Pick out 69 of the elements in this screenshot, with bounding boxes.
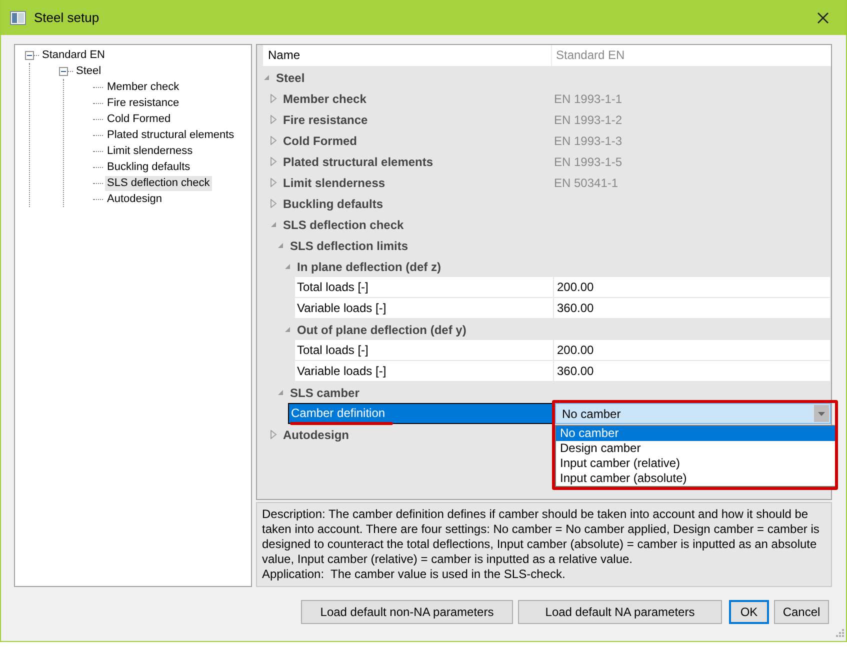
group-label[interactable]: SLS deflection limits bbox=[290, 238, 408, 252]
collapse-icon[interactable] bbox=[25, 50, 34, 60]
group-label[interactable]: Out of plane deflection (def y) bbox=[297, 322, 466, 336]
close-icon[interactable] bbox=[817, 12, 829, 24]
tree-item[interactable]: Fire resistance bbox=[105, 96, 182, 110]
group-label[interactable]: SLS deflection check bbox=[283, 218, 404, 232]
group-label[interactable]: Fire resistance bbox=[283, 112, 368, 126]
column-header: Name bbox=[263, 45, 552, 66]
expanded-arrow-icon[interactable] bbox=[277, 388, 284, 397]
expanded-arrow-icon[interactable] bbox=[284, 262, 291, 271]
collapsed-arrow-icon[interactable] bbox=[270, 157, 277, 166]
column-header: Standard EN bbox=[555, 47, 625, 64]
dropdown-option[interactable]: Input camber (relative) bbox=[556, 456, 836, 471]
group-label[interactable]: In plane deflection (def z) bbox=[297, 260, 442, 274]
property-name[interactable]: Total loads [-] bbox=[295, 340, 554, 361]
collapsed-arrow-icon[interactable] bbox=[270, 115, 277, 124]
description-text: Description: The camber definition defines if camber should be taken into account and how it should be taken into account. There are four settings: No camber = No camber applied, Design camber = camber is designed to counteract the total deflections, Input camber (absolute) = camber is inputted as an absolute value, Input camber (relative) = camber is inputted as a relative value. bbox=[262, 507, 820, 567]
group-label[interactable]: Steel bbox=[276, 70, 305, 84]
tree-item[interactable]: Steel bbox=[74, 64, 104, 78]
value-field[interactable]: 360.00 bbox=[554, 361, 830, 382]
dropdown-option[interactable]: Input camber (absolute) bbox=[556, 471, 836, 486]
value-field[interactable]: 360.00 bbox=[554, 298, 830, 319]
collapsed-arrow-icon[interactable] bbox=[270, 136, 277, 145]
property-name[interactable]: Variable loads [-] bbox=[295, 361, 554, 382]
group-label[interactable]: SLS camber bbox=[290, 386, 360, 400]
description-text: Application: The camber value is used in the SLS-check. bbox=[262, 567, 566, 582]
group-value: EN 50341-1 bbox=[554, 176, 618, 190]
dialog-button[interactable]: Load default non-NA parameters bbox=[301, 600, 513, 624]
collapse-icon[interactable] bbox=[59, 66, 68, 76]
value-field[interactable]: 200.00 bbox=[554, 277, 830, 298]
group-value: EN 1993-1-1 bbox=[554, 92, 622, 106]
tree-item[interactable]: Cold Formed bbox=[105, 112, 173, 126]
expanded-arrow-icon[interactable] bbox=[270, 220, 277, 229]
collapsed-arrow-icon[interactable] bbox=[270, 178, 277, 187]
property-name[interactable]: Variable loads [-] bbox=[295, 298, 554, 319]
tree-item[interactable]: Autodesign bbox=[105, 192, 164, 206]
expanded-arrow-icon[interactable] bbox=[277, 241, 284, 250]
group-label[interactable]: Plated structural elements bbox=[283, 154, 434, 168]
resize-grip-icon[interactable] bbox=[836, 629, 844, 637]
dialog-button[interactable]: Load default NA parameters bbox=[518, 600, 722, 624]
tree-item[interactable]: Plated structural elements bbox=[105, 128, 236, 142]
group-label[interactable]: Cold Formed bbox=[283, 134, 357, 148]
value-field[interactable]: 200.00 bbox=[554, 340, 830, 361]
dropdown[interactable]: No camber bbox=[555, 403, 831, 424]
group-value: EN 1993-1-2 bbox=[554, 112, 622, 126]
tree-item[interactable]: Member check bbox=[105, 80, 182, 94]
dialog-button[interactable]: OK bbox=[729, 600, 769, 624]
dropdown-option[interactable]: No camber bbox=[556, 426, 836, 441]
window-title: Steel setup bbox=[34, 10, 100, 25]
collapsed-arrow-icon[interactable] bbox=[270, 94, 277, 103]
group-label[interactable]: Member check bbox=[283, 92, 366, 106]
property-name[interactable]: Camber definition bbox=[288, 403, 555, 424]
group-label[interactable]: Limit slenderness bbox=[283, 176, 386, 190]
tree-item[interactable]: Buckling defaults bbox=[105, 160, 192, 174]
tree-item[interactable]: Limit slenderness bbox=[105, 144, 195, 158]
property-name[interactable]: Total loads [-] bbox=[295, 277, 554, 298]
tree-item[interactable]: SLS deflection check bbox=[105, 176, 212, 190]
group-label[interactable]: Buckling defaults bbox=[283, 196, 384, 210]
group-value: EN 1993-1-5 bbox=[554, 154, 622, 168]
collapsed-arrow-icon[interactable] bbox=[270, 430, 277, 439]
dropdown-option[interactable]: Design camber bbox=[556, 441, 836, 456]
tree-item[interactable]: Standard EN bbox=[40, 48, 107, 62]
window-icon bbox=[10, 10, 26, 24]
group-label[interactable]: Autodesign bbox=[283, 428, 349, 442]
collapsed-arrow-icon[interactable] bbox=[270, 199, 277, 208]
expanded-arrow-icon[interactable] bbox=[284, 325, 291, 334]
dialog-button[interactable]: Cancel bbox=[774, 600, 829, 624]
group-value: EN 1993-1-3 bbox=[554, 134, 622, 148]
expanded-arrow-icon[interactable] bbox=[263, 73, 270, 82]
